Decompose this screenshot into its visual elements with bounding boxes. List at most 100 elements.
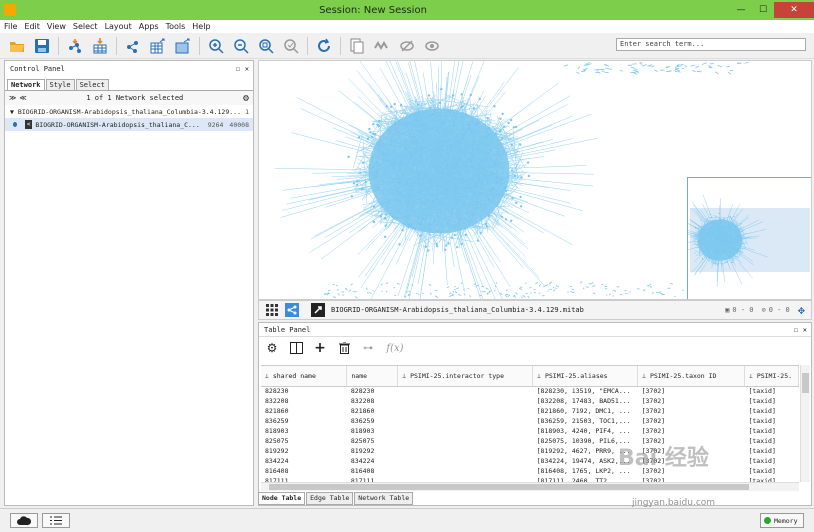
- network-node[interactable]: [487, 198, 490, 201]
- network-node[interactable]: [444, 191, 447, 195]
- network-node[interactable]: [710, 217, 713, 219]
- network-node[interactable]: [436, 198, 439, 201]
- network-node[interactable]: [440, 88, 443, 91]
- network-node[interactable]: [728, 224, 730, 226]
- network-node[interactable]: [698, 246, 700, 248]
- network-node[interactable]: [441, 162, 444, 165]
- network-node[interactable]: [729, 234, 731, 236]
- network-node[interactable]: [384, 224, 387, 227]
- table-cell[interactable]: [taxid]: [744, 436, 798, 446]
- zoom-out-icon[interactable]: [232, 37, 250, 55]
- network-node[interactable]: [408, 167, 412, 170]
- network-node[interactable]: [357, 136, 361, 139]
- network-node[interactable]: [462, 187, 466, 191]
- network-node[interactable]: [709, 213, 711, 216]
- network-node[interactable]: [424, 173, 428, 177]
- network-node[interactable]: [404, 147, 407, 150]
- network-node[interactable]: [717, 263, 719, 265]
- network-node[interactable]: [477, 147, 480, 151]
- network-node[interactable]: [435, 242, 438, 246]
- network-node[interactable]: [695, 238, 697, 240]
- network-node[interactable]: [732, 226, 734, 228]
- close-panel-icon[interactable]: ✕: [245, 65, 249, 73]
- network-node[interactable]: [690, 236, 692, 238]
- network-node[interactable]: [519, 205, 523, 208]
- network-node[interactable]: [383, 235, 387, 238]
- network-node[interactable]: [355, 183, 359, 186]
- column-header[interactable]: name: [346, 366, 399, 387]
- network-node[interactable]: [385, 105, 388, 108]
- network-node[interactable]: [497, 201, 501, 204]
- network-node[interactable]: [396, 199, 400, 203]
- network-node[interactable]: [389, 105, 393, 108]
- network-node[interactable]: [469, 160, 473, 163]
- network-node[interactable]: [486, 152, 490, 155]
- network-node[interactable]: [447, 242, 450, 245]
- network-node[interactable]: [384, 213, 387, 216]
- network-node[interactable]: [720, 241, 722, 243]
- network-node[interactable]: [724, 235, 726, 237]
- network-node[interactable]: [467, 123, 470, 126]
- network-node[interactable]: [504, 218, 508, 221]
- column-header[interactable]: ⊥ PSIMI-25.interactor type: [397, 366, 534, 387]
- network-node[interactable]: [444, 159, 447, 162]
- network-node[interactable]: [478, 121, 481, 125]
- table-cell[interactable]: 819292: [261, 446, 347, 456]
- network-node[interactable]: [385, 159, 389, 162]
- network-node[interactable]: [393, 140, 397, 143]
- table-row[interactable]: 821860 821860 [821860, 7192, DMC1, ... [370…: [261, 406, 799, 416]
- network-node[interactable]: [359, 171, 362, 174]
- network-node[interactable]: [368, 127, 371, 131]
- network-node[interactable]: [407, 225, 410, 228]
- network-node[interactable]: [487, 144, 490, 147]
- network-node[interactable]: [497, 153, 500, 156]
- network-node[interactable]: [406, 122, 410, 126]
- network-node[interactable]: [708, 232, 710, 234]
- network-node[interactable]: [416, 103, 420, 106]
- network-node[interactable]: [711, 225, 713, 227]
- network-node[interactable]: [468, 144, 471, 148]
- network-node[interactable]: [733, 230, 735, 232]
- table-cell[interactable]: [398, 386, 533, 396]
- network-node[interactable]: [399, 192, 403, 195]
- table-cell[interactable]: [3702]: [638, 416, 745, 426]
- network-node[interactable]: [729, 216, 731, 218]
- network-node[interactable]: [699, 240, 701, 242]
- network-node[interactable]: [374, 133, 377, 136]
- open-folder-icon[interactable]: [8, 37, 26, 55]
- network-node[interactable]: [407, 223, 410, 226]
- network-node[interactable]: [488, 126, 491, 130]
- node-cluster[interactable]: [697, 219, 743, 261]
- delete-column-trash-icon[interactable]: [336, 340, 352, 356]
- network-node[interactable]: [730, 218, 732, 220]
- network-node[interactable]: [485, 225, 489, 228]
- network-node[interactable]: [499, 128, 502, 132]
- network-node[interactable]: [427, 249, 430, 252]
- table-cell[interactable]: 832208: [347, 396, 398, 406]
- network-node[interactable]: [715, 238, 717, 240]
- network-node[interactable]: [472, 107, 476, 110]
- network-node[interactable]: [461, 136, 465, 140]
- network-node[interactable]: [736, 248, 738, 250]
- task-list-icon[interactable]: [42, 513, 70, 528]
- network-node[interactable]: [712, 249, 714, 251]
- network-node[interactable]: [726, 244, 728, 246]
- maximize-button[interactable]: ☐: [752, 2, 774, 18]
- expand-all-icon[interactable]: ≫: [9, 94, 16, 102]
- network-node[interactable]: [726, 261, 728, 263]
- network-node[interactable]: [391, 215, 394, 219]
- network-node[interactable]: [422, 124, 426, 127]
- table-cell[interactable]: [398, 456, 533, 466]
- column-header[interactable]: ⊥ PSIMI-25.: [744, 366, 799, 387]
- table-row[interactable]: 819292 819292 [819292, 4627, PRR9, ... [370…: [261, 446, 799, 456]
- tab-select[interactable]: Select: [75, 79, 109, 90]
- network-node[interactable]: [499, 117, 502, 120]
- table-cell[interactable]: 818903: [347, 426, 398, 436]
- table-cell[interactable]: 828230: [347, 386, 398, 396]
- network-node[interactable]: [445, 163, 449, 166]
- network-node[interactable]: [527, 174, 531, 178]
- close-button[interactable]: ✕: [774, 2, 814, 18]
- table-cell[interactable]: 832208: [261, 396, 347, 406]
- network-node[interactable]: [436, 229, 440, 232]
- menu-apps[interactable]: Apps: [139, 22, 159, 31]
